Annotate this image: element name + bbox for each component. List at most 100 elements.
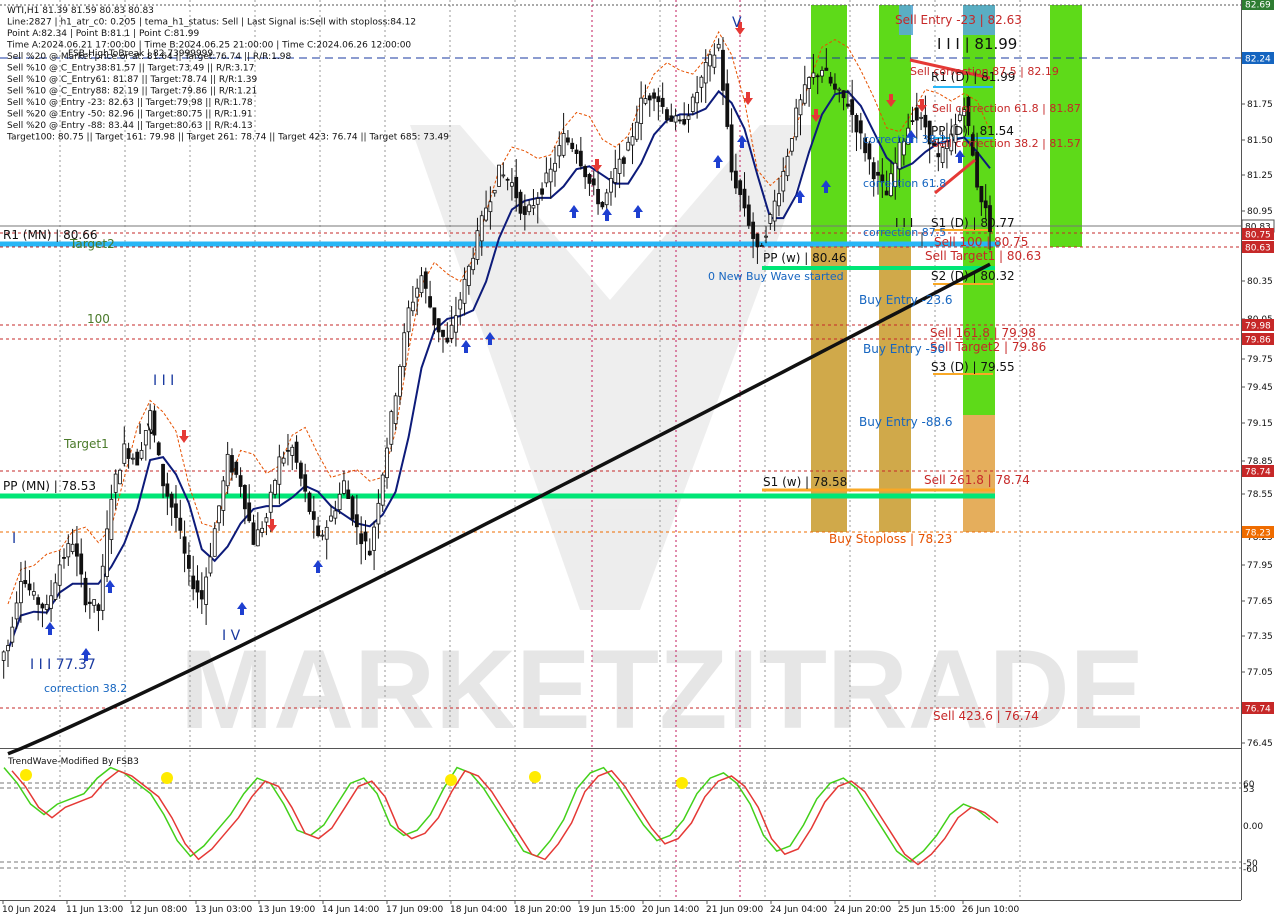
candle-body (759, 245, 764, 248)
header-line: Sell %20 @ Entry -88: 83.44 || Target:80… (7, 121, 253, 131)
candle-body (346, 489, 351, 499)
candle-body (31, 591, 36, 596)
candle-body (458, 299, 463, 310)
candle-body (746, 204, 751, 226)
candle-body (70, 543, 75, 552)
price-tick-label: 78.55 (1247, 490, 1273, 500)
label-wave-iv-top: I V (138, 422, 157, 438)
candle-body (268, 491, 273, 513)
candle-body (100, 565, 105, 611)
time-label: 19 Jun 15:00 (578, 905, 635, 915)
candle-body (501, 174, 506, 177)
label-s2-d: S2 (D) | 80.32 (931, 269, 1015, 283)
price-badge-label: 79.86 (1245, 336, 1271, 346)
chart-canvas: MARKETZITRADE R1 (MN) | 80.66 PP (MN) | … (0, 0, 1280, 920)
candle-body (716, 43, 721, 49)
candle-body (311, 511, 316, 520)
candle-body (432, 307, 437, 326)
candle-body (131, 457, 135, 460)
candle-body (19, 581, 23, 604)
candle-body (260, 527, 265, 533)
candle-body (578, 150, 583, 167)
label-wave-iii-mid: I I I (153, 373, 174, 389)
candle-body (535, 198, 540, 205)
candle-body (695, 92, 700, 104)
candle-body (204, 576, 209, 605)
candle-body (725, 83, 730, 127)
label-buy-entry-88: Buy Entry -88.6 (859, 415, 953, 429)
candle-body (733, 170, 738, 189)
candle-body (466, 265, 471, 286)
candle-body (428, 296, 432, 308)
candle-body (178, 517, 183, 531)
candle-body (44, 604, 49, 610)
candle-body (703, 62, 708, 84)
candle-body (186, 554, 191, 569)
candle-body (66, 543, 71, 558)
candle-body (290, 446, 295, 456)
candle-body (514, 176, 519, 199)
watermark-text: MARKETZITRADE (180, 627, 1144, 752)
price-tick-label: 81.50 (1247, 136, 1273, 146)
zone-green-2 (879, 5, 911, 247)
candle-body (652, 92, 656, 99)
candle-body (1, 651, 6, 661)
candle-body (316, 525, 321, 537)
candle-body (604, 192, 609, 206)
candle-body (561, 133, 566, 156)
label-sell-correction-618: Sell correction 61.8 | 81.87 (932, 102, 1081, 115)
time-label: 20 Jun 14:00 (642, 905, 699, 915)
candle-body (557, 145, 562, 157)
header-line: Time A:2024.06.21 17:00:00 | Time B:2024… (6, 41, 411, 51)
candle-body (910, 120, 915, 123)
candle-body (867, 143, 872, 160)
label-pp-w: PP (w) | 80.46 (763, 251, 847, 265)
candle-body (247, 502, 252, 522)
candle-body (445, 337, 450, 343)
candle-body (914, 107, 919, 121)
candle-body (40, 603, 45, 609)
label-sell-target1: Sell Target1 | 80.63 (925, 249, 1041, 263)
time-label: 18 Jun 20:00 (514, 905, 571, 915)
candle-body (492, 189, 497, 194)
candle-body (273, 480, 277, 495)
candle-body (212, 528, 217, 557)
candle-body (303, 474, 308, 492)
candle-body (497, 164, 501, 187)
candle-body (49, 595, 53, 609)
label-buy-entry-50: Buy Entry -50 (863, 342, 945, 356)
candle-body (768, 214, 773, 224)
candle-body (841, 90, 846, 99)
time-axis: 10 Jun 2024 11 Jun 13:00 12 Jun 08:00 13 Ju… (2, 900, 1019, 915)
candle-body (527, 204, 532, 213)
candle-body (708, 54, 712, 67)
time-label: 13 Jun 19:00 (258, 905, 315, 915)
candle-body (854, 115, 859, 133)
label-pp-mn: PP (MN) | 78.53 (3, 479, 96, 493)
candle-body (126, 448, 131, 459)
candle-body (755, 233, 760, 248)
candle-body (385, 447, 389, 479)
candle-body (544, 172, 549, 184)
candle-body (329, 515, 333, 522)
header-line: Sell %10 @ C_Entry61: 81.87 || Target:78… (7, 75, 257, 85)
candle-body (983, 200, 988, 209)
candle-body (777, 193, 781, 207)
candle-body (406, 307, 411, 333)
candle-body (75, 543, 79, 557)
label-sell-100: Sell 100 | 80.75 (934, 235, 1028, 249)
candle-body (307, 492, 312, 512)
candle-body (139, 449, 144, 459)
label-sell-1618: Sell 161.8 | 79.98 (930, 326, 1036, 340)
osc-dot (445, 774, 457, 786)
label-wave-iii-bottom: I I I 77.37 (30, 657, 96, 673)
candle-body (609, 178, 613, 193)
candle-body (320, 534, 325, 537)
candle-body (815, 75, 820, 78)
candle-body (785, 155, 790, 177)
candle-body (118, 469, 122, 485)
oscillator-pane (0, 750, 1241, 900)
candle-body (876, 171, 880, 176)
label-correction-382-top: correction 38.2 (863, 133, 946, 146)
candle-body (423, 271, 428, 289)
